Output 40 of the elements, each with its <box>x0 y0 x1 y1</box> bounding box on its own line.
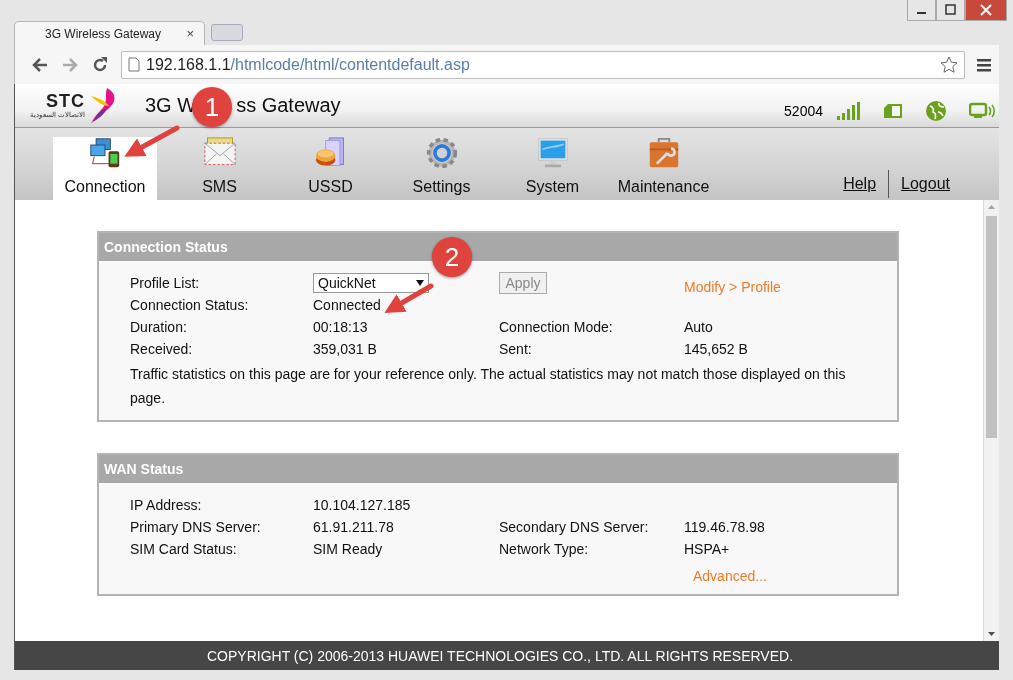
address-bar[interactable]: 192.168.1.1/htmlcode/html/contentdefault.asp <box>121 50 965 79</box>
field-value: 119.46.78.98 <box>684 519 766 535</box>
field-label: Sent: <box>499 341 533 357</box>
nav-tab[interactable]: SMS <box>164 137 275 200</box>
field-value: 00:18:13 <box>313 319 369 335</box>
nav-tab[interactable]: System <box>497 137 608 200</box>
field-label: Profile List: <box>130 274 200 293</box>
nav-tab[interactable]: USSD <box>275 137 386 200</box>
field-value: 145,652 B <box>684 341 749 357</box>
field-label: Duration: <box>130 319 188 335</box>
field-label: Primary DNS Server: <box>130 519 262 535</box>
page-title: ss Gateway <box>236 94 341 117</box>
copyright-text: COPYRIGHT (C) 2006-2013 HUAWEI TECHNOLOGIES CO., LTD. ALL RIGHTS RESERVED. <box>206 647 794 664</box>
operator-code: 52004 <box>784 102 823 119</box>
field-value: Connected <box>313 297 382 313</box>
url-text: 192.168.1.1/htmlcode/html/contentdefault.asp <box>146 55 471 74</box>
field-label: SIM Card Status: <box>130 541 238 557</box>
field-value: 61.91.211.78 <box>313 519 395 535</box>
field-value: SIM Ready <box>313 541 384 557</box>
field-label: Connection Mode: <box>499 319 614 335</box>
profile-dropdown[interactable]: QuickNet <box>313 273 429 293</box>
field-value: Auto <box>684 319 714 335</box>
tab-close-icon[interactable]: × <box>186 26 194 41</box>
nav-tab[interactable]: Connection <box>53 137 157 200</box>
nav-link[interactable]: Help <box>831 175 889 193</box>
nav-tab[interactable]: Settings <box>386 137 497 200</box>
field-value: 359,031 B <box>313 341 378 357</box>
logo-text: STC <box>45 92 85 110</box>
field-value: HSPA+ <box>684 541 731 557</box>
traffic-note: Traffic statistics on this page are for your reference only. The actual statistics may not match those displayed on this page. <box>130 365 847 408</box>
field-label: Received: <box>130 341 194 357</box>
nav-tab[interactable]: Maintenance <box>608 137 719 200</box>
field-label: Secondary DNS Server: <box>499 519 650 535</box>
field-value: 10.104.127.185 <box>313 497 412 513</box>
browser-tab[interactable]: 3G Wireless Gateway × <box>14 21 205 45</box>
field-label: Network Type: <box>499 541 590 557</box>
panel-header: WAN Status <box>99 455 897 483</box>
nav-link[interactable]: Logout <box>889 175 962 193</box>
field-label: IP Address: <box>130 497 203 513</box>
field-label: Connection Status: <box>130 297 250 313</box>
